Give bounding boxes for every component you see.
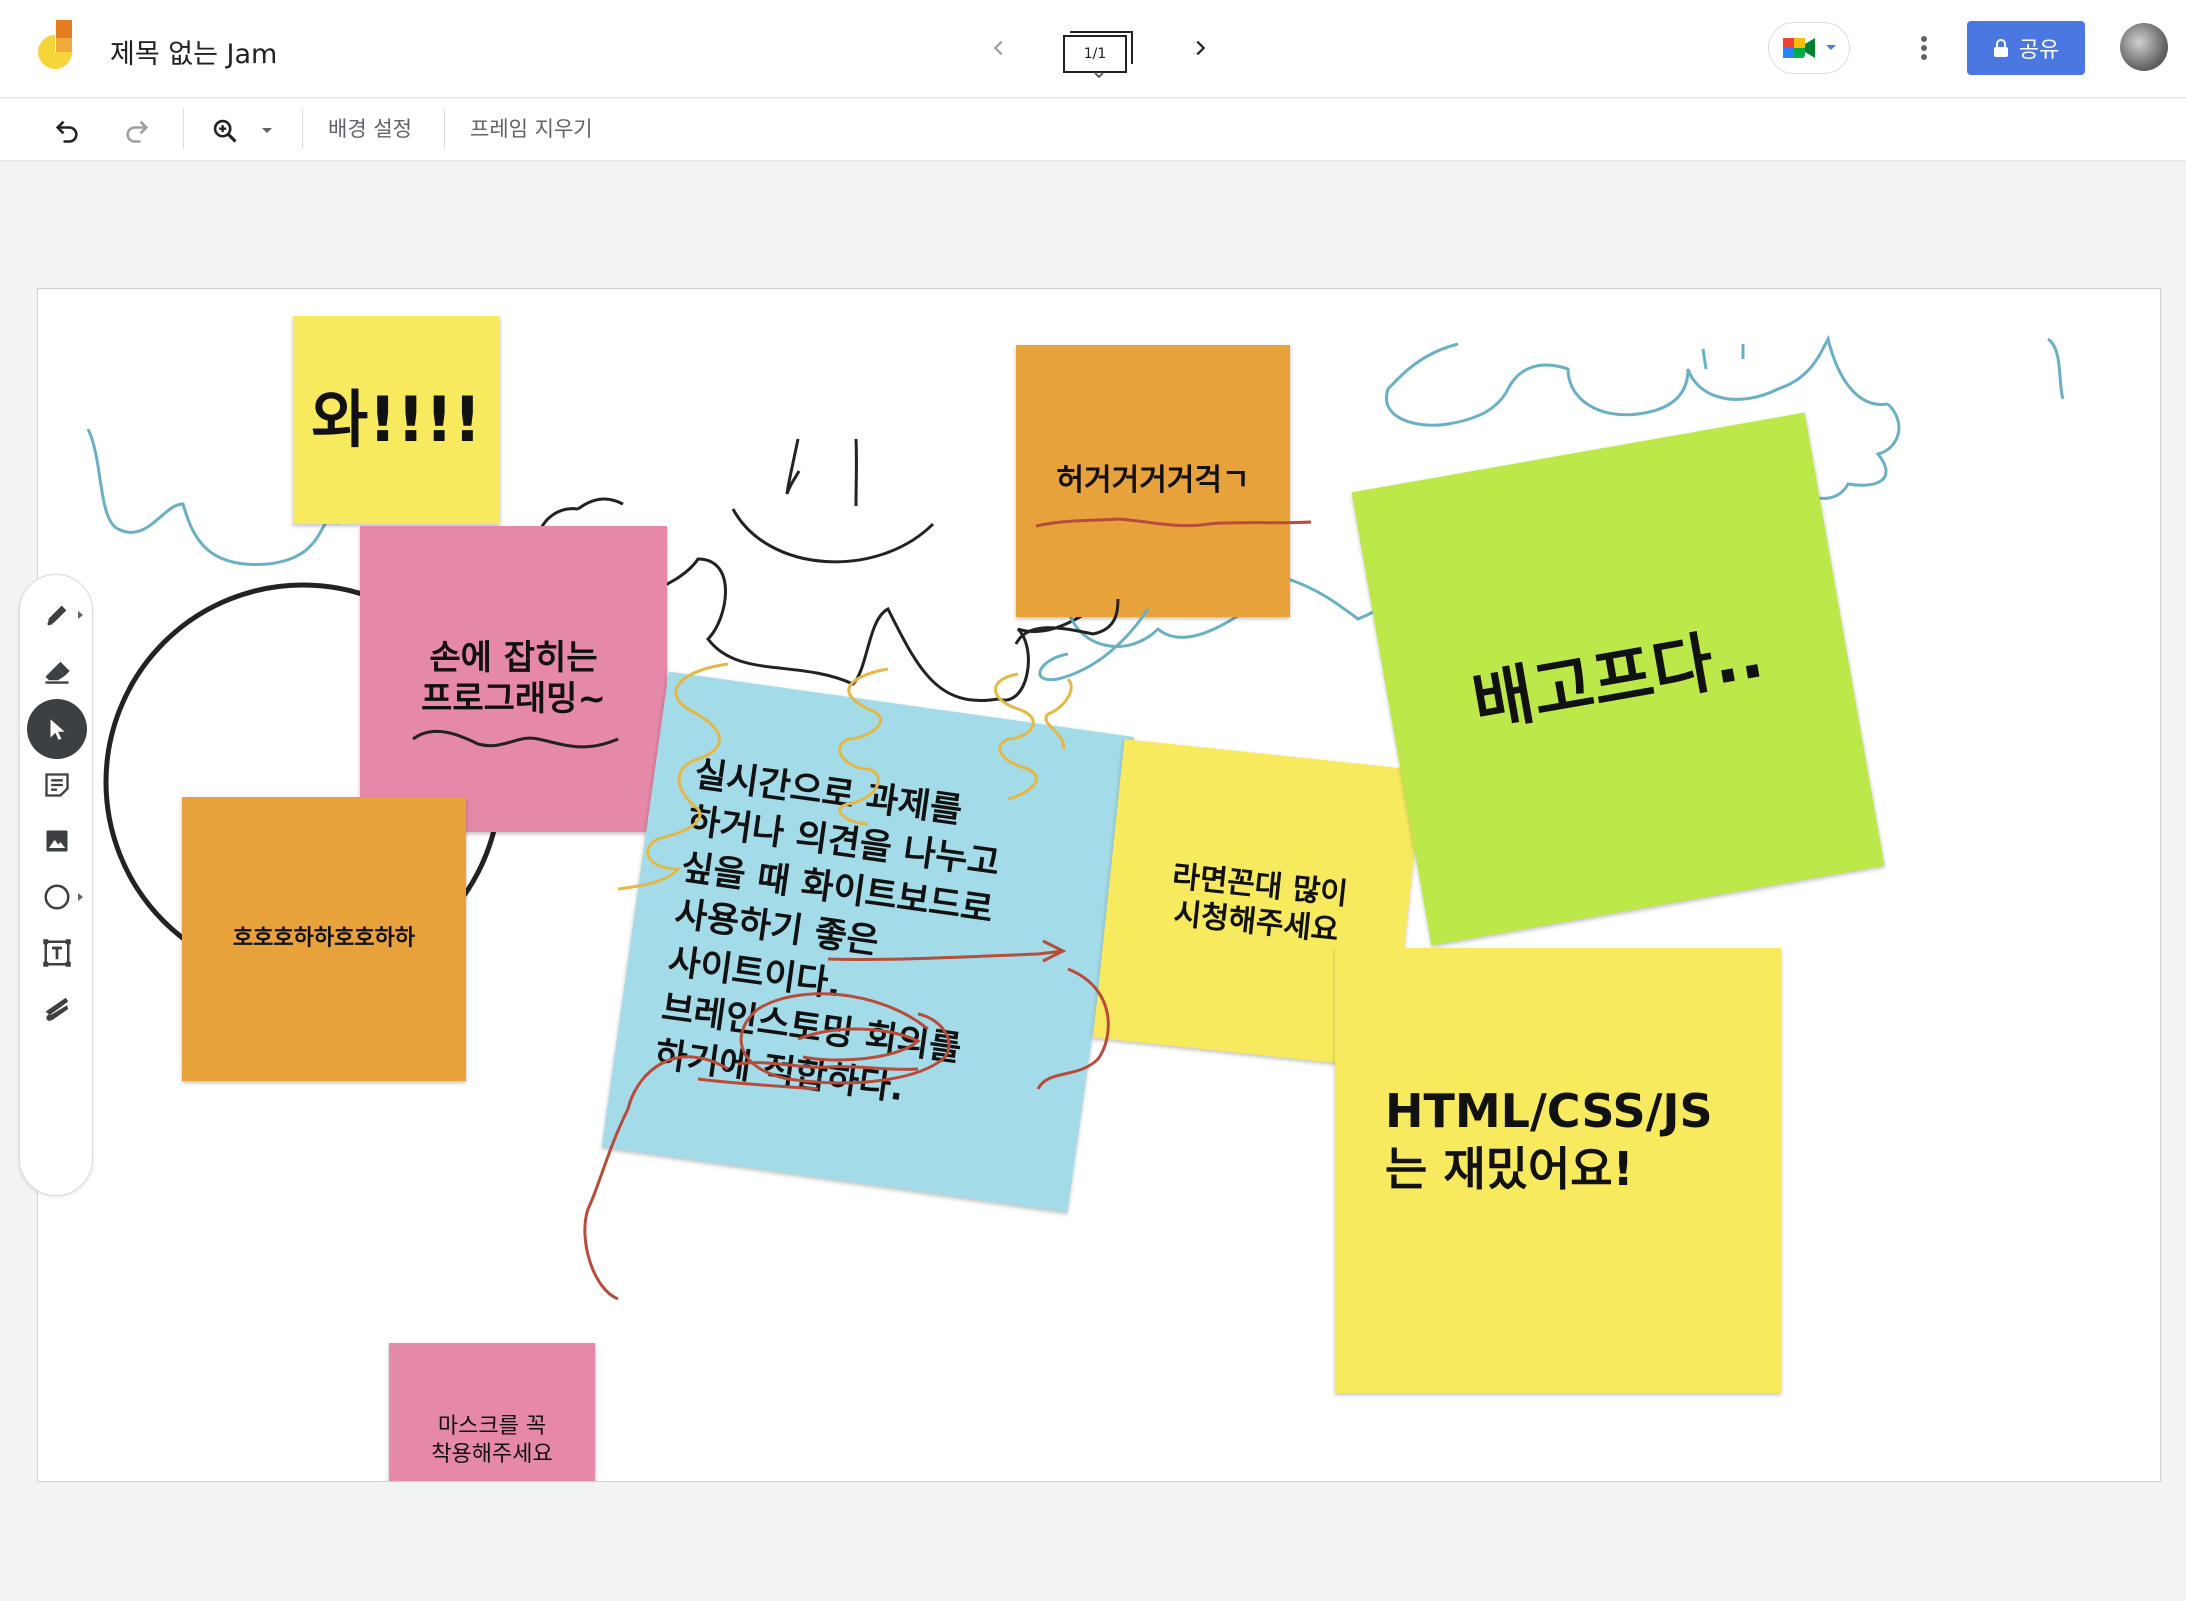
sticky-note-whiteboard-description[interactable]: 실시간으로 과제를 하거나 의견을 나누고 싶을 때 화이트보드로 사용하기 좋… xyxy=(601,671,1135,1213)
pen-tool[interactable] xyxy=(27,585,87,645)
edit-toolbar: 배경 설정 프레임 지우기 xyxy=(0,99,2186,161)
note-text-line: 마스크를 꼭 xyxy=(437,1414,547,1439)
app-header: 제목 없는 Jam 1/1 공유 xyxy=(0,0,2186,98)
sticky-note-wow[interactable]: 와!!!! xyxy=(293,316,500,524)
image-icon xyxy=(46,830,68,852)
shape-tool[interactable] xyxy=(27,867,87,927)
tool-palette xyxy=(19,574,93,1196)
ink-teal-loop-green xyxy=(1038,608,1150,682)
chevron-left-icon xyxy=(993,40,1003,56)
lock-icon xyxy=(1993,39,2008,57)
frame-bar-toggle[interactable]: 1/1 xyxy=(1062,22,1136,78)
zoom-button[interactable] xyxy=(203,109,247,153)
note-text: 배고프다.. xyxy=(1466,614,1769,742)
eraser-icon xyxy=(45,661,70,684)
toolbar-divider xyxy=(183,109,184,149)
tool-options-caret xyxy=(78,893,83,901)
undo-button[interactable] xyxy=(45,109,89,153)
image-tool[interactable] xyxy=(27,811,87,871)
share-button[interactable]: 공유 xyxy=(1967,21,2085,75)
shape-icon xyxy=(44,884,70,910)
select-icon xyxy=(50,719,65,740)
note-text-line: 는 재밌어요! xyxy=(1385,1141,1634,1196)
ink-cloud-black-top xyxy=(577,497,624,511)
jamboard-logo[interactable] xyxy=(32,20,78,78)
eraser-tool[interactable] xyxy=(27,641,87,701)
sticky-note-mask[interactable]: 마스크를 꼭 착용해주세요 xyxy=(389,1343,595,1481)
redo-icon xyxy=(126,120,149,143)
more-options-button[interactable] xyxy=(1906,28,1942,68)
ink-teal-mark-3 xyxy=(2046,337,2065,400)
toolbar-divider xyxy=(302,109,303,149)
sticky-note-icon xyxy=(45,773,69,797)
note-text-line: 프로그래밍~ xyxy=(421,679,606,719)
sticky-note-heo[interactable]: 허거거거거걱ㄱ xyxy=(1016,345,1290,617)
note-text-line: 손에 잡히는 xyxy=(429,638,598,679)
share-label: 공유 xyxy=(2018,38,2060,63)
sticky-note-hoho[interactable]: 호호호하하호호하하 xyxy=(182,797,466,1081)
ink-smile-mouth xyxy=(731,508,935,564)
toolbar-divider xyxy=(444,109,445,149)
ink-teal-cloud-top xyxy=(1384,334,1889,427)
note-text: 허거거거거걱ㄱ xyxy=(1056,463,1250,499)
note-text: 호호호하하호호하하 xyxy=(232,926,416,952)
note-text-line: HTML/CSS/JS xyxy=(1385,1084,1713,1138)
whiteboard-canvas[interactable]: 와!!!! 손에 잡히는 프로그래밍~ 호호호하하호호하하 허거거거거걱ㄱ 실시… xyxy=(37,288,2161,1482)
sticky-note-tool[interactable] xyxy=(27,755,87,815)
laser-tool[interactable] xyxy=(27,979,87,1039)
sticky-note-programming[interactable]: 손에 잡히는 프로그래밍~ xyxy=(360,526,667,832)
meet-present-button[interactable] xyxy=(1768,22,1850,74)
document-title[interactable]: 제목 없는 Jam xyxy=(110,32,277,71)
note-text-line: 착용해주세요 xyxy=(431,1441,553,1467)
zoom-in-icon xyxy=(213,119,237,143)
dropdown-icon xyxy=(1826,45,1836,50)
sticky-note-html-css-js[interactable]: HTML/CSS/JS 는 재밌어요! xyxy=(1335,948,1781,1393)
previous-frame-button[interactable] xyxy=(979,28,1019,68)
more-vert-icon xyxy=(1921,36,1927,60)
note-text: 와!!!! xyxy=(311,383,482,457)
undo-icon xyxy=(55,120,78,143)
tool-options-caret xyxy=(78,611,83,619)
dropdown-icon xyxy=(262,128,272,133)
ink-smile-eye-left xyxy=(785,438,801,495)
google-meet-icon xyxy=(1783,38,1815,58)
laser-icon xyxy=(45,997,69,1021)
set-background-button[interactable]: 배경 설정 xyxy=(328,113,412,143)
text-box-tool[interactable] xyxy=(27,923,87,983)
zoom-dropdown[interactable] xyxy=(252,109,282,153)
frame-counter: 1/1 xyxy=(1083,46,1107,62)
select-tool[interactable] xyxy=(27,699,87,759)
clear-frame-button[interactable]: 프레임 지우기 xyxy=(470,113,593,143)
chevron-right-icon xyxy=(1196,40,1206,56)
ink-teal-mark-1 xyxy=(1701,348,1708,370)
sticky-note-hungry[interactable]: 배고프다.. xyxy=(1351,412,1885,946)
account-avatar[interactable] xyxy=(2120,23,2168,71)
text-box-icon xyxy=(43,939,71,967)
pen-icon xyxy=(47,605,67,626)
redo-button[interactable] xyxy=(115,109,159,153)
next-frame-button[interactable] xyxy=(1180,28,1220,68)
